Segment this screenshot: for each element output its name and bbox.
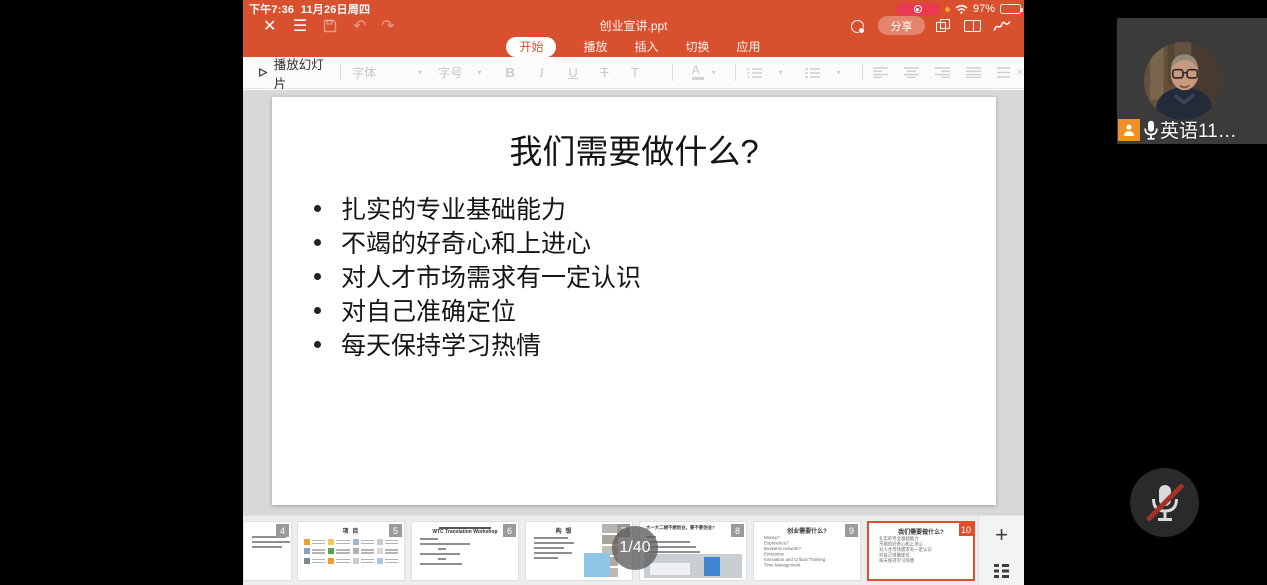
participant-info-row: 英语11… [1118,118,1267,141]
play-slideshow-button[interactable]: 播放幻灯片 [258,54,329,92]
read-mode-icon[interactable] [964,15,981,37]
font-size-select[interactable]: 字号▾ [438,64,481,81]
thumbnail-item: Time Management [764,563,861,569]
thumbnail-slide-5[interactable]: 项 目 5 [297,521,405,581]
wifi-icon [955,4,968,14]
font-color-button[interactable]: A [684,65,708,80]
editor-canvas: 我们需要做什么? 扎实的专业基础能力 不竭的好奇心和上进心 对人才市场需求有一定… [243,90,1024,515]
wps-presentation-app: 下午7:36 11月26日周四 97% ✕ ☰ ↶ ↷ 创业宣讲.p [243,0,1024,585]
chevron-down-icon: ▾ [779,68,783,77]
share-button[interactable]: 分享 [878,16,925,35]
participant-mic-icon [1144,120,1158,140]
thumbnail-number: 4 [276,524,289,537]
microphone-mute-button[interactable] [1130,468,1199,537]
app-toolbar: ✕ ☰ ↶ ↷ 创业宣讲.ppt 分享 [243,15,1024,37]
mic-in-use-dot [945,7,950,12]
align-justify-icon[interactable] [966,67,981,78]
participant-avatar [1144,42,1222,120]
thumbnail-title: 我们需要做什么? [869,527,973,536]
presenter-badge-icon [1118,119,1140,141]
slide-bullet[interactable]: 不竭的好奇心和上进心 [314,225,966,259]
participant-name: 英语11… [1160,116,1237,143]
thumbnail-number: 9 [845,524,858,537]
page-indicator: 1/40 [612,526,658,570]
filmstrip-side-panel: + [978,516,1024,585]
play-icon [258,67,268,78]
thumbnail-slide-10-selected[interactable]: 我们需要做什么? 扎实的专业基础能力 不竭的好奇心和上进心 对人才市场需求有一定… [867,521,975,581]
chevron-down-icon: ▾ [418,68,422,77]
app-header: 下午7:36 11月26日周四 97% ✕ ☰ ↶ ↷ 创业宣讲.p [243,0,1024,57]
thumbnail-slide-4[interactable]: 4 [243,521,292,581]
screen-recording-indicator[interactable] [896,3,940,16]
bold-button[interactable]: B [503,65,516,80]
cast-icon[interactable] [851,15,864,37]
ink-pen-icon[interactable] [993,15,1011,37]
tab-apps[interactable]: 应用 [737,38,761,56]
thumbnail-number: 6 [503,524,516,537]
clear-format-icon[interactable]: ✕ [1016,67,1024,78]
thumbnail-item: 每天保持学习热情 [879,558,975,564]
text-effect-button[interactable]: T. [629,65,642,80]
italic-button[interactable]: I [535,65,548,81]
text-direction-icon[interactable] [997,67,1012,78]
thumbnail-number: 10 [959,523,973,536]
bullet-list-button[interactable] [747,67,763,79]
thumbnail-number: 5 [389,524,402,537]
underline-button[interactable]: U [566,65,579,80]
record-icon [914,5,922,13]
slides-copy-icon[interactable] [936,15,951,37]
font-family-select[interactable]: 字体▾ [352,64,422,81]
slide-bullet-list[interactable]: 扎实的专业基础能力 不竭的好奇心和上进心 对人才市场需求有一定认识 对自己准确定… [314,191,966,361]
format-toolbar: 播放幻灯片 字体▾ 字号▾ B I U T T. A ▾ ▾ ▾ [243,57,1024,89]
thumbnail-slide-9[interactable]: 创业需要什么? Money? Experience? Business netw… [753,521,861,581]
align-left-icon[interactable] [873,67,888,78]
slide-bullet[interactable]: 对人才市场需求有一定认识 [314,259,966,293]
slide-sorter-icon[interactable] [994,564,1009,578]
participant-video-tile[interactable]: 英语11… [1117,18,1267,144]
current-slide[interactable]: 我们需要做什么? 扎实的专业基础能力 不竭的好奇心和上进心 对人才市场需求有一定… [272,97,996,505]
tab-insert[interactable]: 插入 [634,38,658,56]
thumbnail-photo [644,554,742,578]
numbered-list-button[interactable] [805,67,821,79]
chevron-down-icon: ▾ [712,68,716,77]
chevron-down-icon: ▾ [477,68,481,77]
slide-bullet[interactable]: 扎实的专业基础能力 [314,191,966,225]
chevron-down-icon: ▾ [837,68,841,77]
ribbon-tabs: 开始 播放 插入 切换 应用 [243,36,1024,57]
strikethrough-button[interactable]: T [598,65,611,80]
thumbnail-image [584,553,610,577]
status-right-group: 97% [896,3,1021,16]
add-slide-button[interactable]: + [979,524,1024,546]
tab-home[interactable]: 开始 [506,37,556,57]
slide-bullet[interactable]: 对自己准确定位 [314,293,966,327]
tab-transition[interactable]: 切换 [686,38,710,56]
tab-play[interactable]: 播放 [583,38,607,56]
slide-bullet[interactable]: 每天保持学习热情 [314,327,966,361]
align-right-icon[interactable] [935,67,950,78]
battery-percent: 97% [973,3,995,15]
thumbnail-number: 8 [731,524,744,537]
align-center-icon[interactable] [904,67,919,78]
slide-title[interactable]: 我们需要做什么? [272,125,996,173]
thumbnail-slide-6[interactable]: WTC Translation Workshop 6 [411,521,519,581]
battery-icon [1000,4,1021,14]
